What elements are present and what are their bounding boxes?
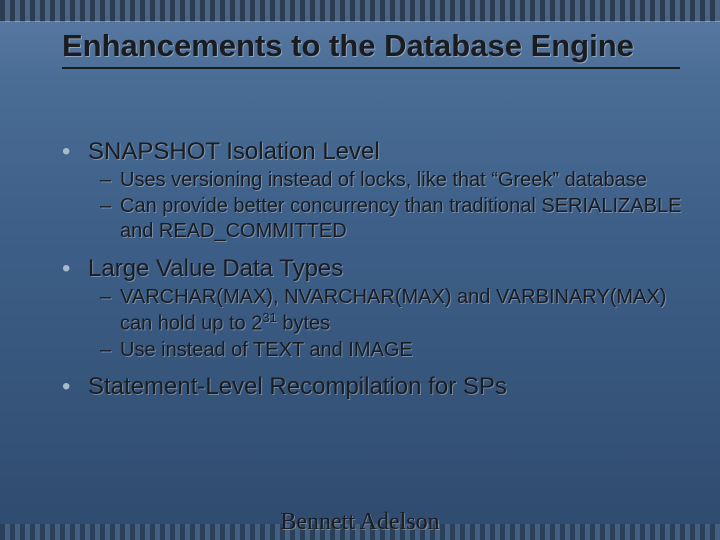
footer-author: Bennett Adelson xyxy=(0,509,720,536)
top-decorative-stripe xyxy=(0,0,720,22)
bullet-level2: VARCHAR(MAX), NVARCHAR(MAX) and VARBINAR… xyxy=(60,285,690,338)
slide-title: Enhancements to the Database Engine xyxy=(62,28,680,69)
bullet-level1: Statement-Level Recompilation for SPs xyxy=(60,373,690,401)
slide-body: SNAPSHOT Isolation Level Uses versioning… xyxy=(60,128,690,403)
bullet-level1: Large Value Data Types xyxy=(60,255,690,283)
bullet-level2: Uses versioning instead of locks, like t… xyxy=(60,168,690,194)
bullet-level1: SNAPSHOT Isolation Level xyxy=(60,138,690,166)
bullet-level2: Can provide better concurrency than trad… xyxy=(60,194,690,245)
bullet-level2: Use instead of TEXT and IMAGE xyxy=(60,338,690,364)
